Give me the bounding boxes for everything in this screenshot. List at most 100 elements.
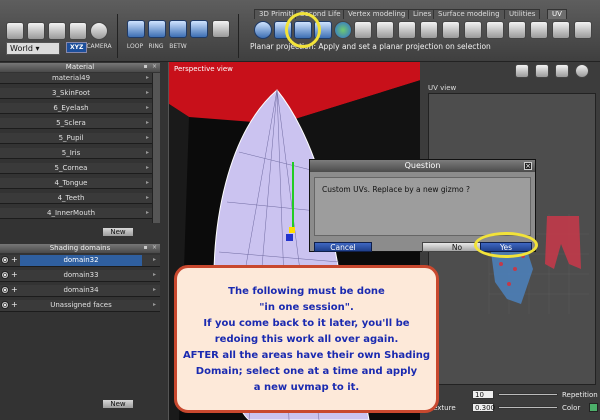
face-select-icon[interactable] (169, 20, 187, 38)
panel-close-icon[interactable]: × (151, 63, 158, 70)
material-list-item[interactable]: 6_Eyelash ▸ (0, 103, 152, 114)
edge-select-icon[interactable] (148, 20, 166, 38)
new-material-button[interactable]: New (102, 227, 134, 237)
material-item-label: 4_Teeth (57, 194, 85, 202)
uv-tool-5-icon[interactable] (442, 21, 460, 39)
callout-line: If you come back to it later, you'll be (203, 318, 410, 329)
expand-arrow-icon[interactable]: ▸ (146, 194, 149, 201)
material-list-item[interactable]: 5_Iris ▸ (0, 148, 152, 159)
shading-domains-header: Shading domains ▪ × (0, 244, 160, 253)
uv-view-label: UV view (428, 84, 457, 92)
grid-slider[interactable] (498, 393, 558, 396)
material-list-item[interactable]: 4_Tongue ▸ (0, 178, 152, 189)
visibility-eye-icon[interactable] (1, 286, 9, 294)
add-to-domain-icon[interactable]: + (11, 300, 18, 309)
select-tool-icon[interactable] (6, 22, 24, 40)
uv-view-tool-3-icon[interactable] (555, 64, 569, 78)
cancel-button[interactable]: Cancel (314, 242, 372, 252)
paint-select-icon[interactable] (48, 22, 66, 40)
uv-tool-7-icon[interactable] (486, 21, 504, 39)
uv-tool-9-icon[interactable] (530, 21, 548, 39)
between-button[interactable]: BETW (165, 43, 191, 50)
visibility-eye-icon[interactable] (1, 256, 9, 264)
material-list-item[interactable]: 5_Pupil ▸ (0, 133, 152, 144)
shading-domain-item[interactable]: + Unassigned faces ▸ (0, 300, 160, 312)
expand-arrow-icon[interactable]: ▸ (153, 256, 156, 263)
head-view-icon[interactable] (575, 64, 589, 78)
tab-surface-modeling[interactable]: Surface modeling (433, 9, 505, 19)
uv-tool-1-icon[interactable] (354, 21, 372, 39)
material-panel-title: Material (65, 63, 95, 71)
shading-domain-item[interactable]: + domain34 ▸ (0, 285, 160, 297)
expand-arrow-icon[interactable]: ▸ (146, 119, 149, 126)
expand-arrow-icon[interactable]: ▸ (146, 104, 149, 111)
material-item-label: 4_InnerMouth (46, 209, 95, 217)
uv-tool-11-icon[interactable] (574, 21, 592, 39)
expand-arrow-icon[interactable]: ▸ (153, 301, 156, 308)
material-item-label: 6_Eyelash (53, 104, 89, 112)
coordinate-space-select[interactable]: World ▾ (6, 42, 60, 55)
expand-arrow-icon[interactable]: ▸ (146, 134, 149, 141)
uv-view-tool-2-icon[interactable] (535, 64, 549, 78)
expand-arrow-icon[interactable]: ▸ (146, 89, 149, 96)
uv-tool-2-icon[interactable] (376, 21, 394, 39)
panel-close-icon[interactable]: × (151, 244, 158, 251)
expand-arrow-icon[interactable]: ▸ (146, 209, 149, 216)
xyz-button[interactable]: XYZ (66, 42, 88, 53)
tab-uv[interactable]: UV (547, 9, 567, 19)
uv-view-tool-1-icon[interactable] (515, 64, 529, 78)
callout-line: The following must be done (228, 286, 385, 297)
panel-menu-icon[interactable]: ▪ (142, 63, 149, 70)
world-select-value: World (10, 44, 33, 53)
weld-tool-icon[interactable] (212, 20, 230, 38)
expand-arrow-icon[interactable]: ▸ (146, 164, 149, 171)
uv-tool-8-icon[interactable] (508, 21, 526, 39)
add-to-domain-icon[interactable]: + (11, 285, 18, 294)
grid-value-input[interactable]: 10 (472, 390, 494, 399)
visibility-eye-icon[interactable] (1, 301, 9, 309)
texture-slider[interactable] (498, 406, 558, 409)
tab-utilities[interactable]: Utilities (504, 9, 541, 19)
visibility-eye-icon[interactable] (1, 271, 9, 279)
uv-tool-4-icon[interactable] (420, 21, 438, 39)
uv-tool-3-icon[interactable] (398, 21, 416, 39)
material-list-item[interactable]: material49 ▸ (0, 73, 152, 84)
object-select-icon[interactable] (190, 20, 208, 38)
material-list-item[interactable]: 4_InnerMouth ▸ (0, 208, 152, 219)
expand-arrow-icon[interactable]: ▸ (153, 271, 156, 278)
panel-menu-icon[interactable]: ▪ (142, 244, 149, 251)
material-list-item[interactable]: 4_Teeth ▸ (0, 193, 152, 204)
material-scrollbar[interactable] (152, 73, 160, 223)
left-sidebar (0, 62, 168, 420)
texture-value-input[interactable]: 0.300 (472, 403, 495, 412)
material-item-label: 5_Iris (61, 149, 81, 157)
dialog-title: Question (310, 160, 535, 172)
expand-arrow-icon[interactable]: ▸ (146, 179, 149, 186)
snap-tool-icon[interactable] (90, 22, 108, 40)
vertex-select-icon[interactable] (127, 20, 145, 38)
new-shading-domain-button[interactable]: New (102, 399, 134, 409)
tab-lines[interactable]: Lines (408, 9, 437, 19)
unwrap-icon[interactable] (334, 21, 352, 39)
add-to-domain-icon[interactable]: + (11, 255, 18, 264)
rotate-tool-icon[interactable] (69, 22, 87, 40)
color-swatch[interactable] (589, 403, 598, 412)
camera-label[interactable]: CAMERA (86, 43, 112, 50)
tab-vertex-modeling[interactable]: Vertex modeling (343, 9, 411, 19)
expand-arrow-icon[interactable]: ▸ (146, 74, 149, 81)
shading-domain-item[interactable]: + domain33 ▸ (0, 270, 160, 282)
expand-arrow-icon[interactable]: ▸ (146, 149, 149, 156)
expand-arrow-icon[interactable]: ▸ (153, 286, 156, 293)
material-list-item[interactable]: 3_SkinFoot ▸ (0, 88, 152, 99)
material-list-item[interactable]: 5_Cornea ▸ (0, 163, 152, 174)
add-to-domain-icon[interactable]: + (11, 270, 18, 279)
uv-tool-10-icon[interactable] (552, 21, 570, 39)
shading-domain-item[interactable]: + domain32 ▸ (0, 255, 160, 267)
uv-tool-6-icon[interactable] (464, 21, 482, 39)
spherical-projection-icon[interactable] (254, 21, 272, 39)
material-item-label: 5_Pupil (58, 134, 84, 142)
dialog-close-icon[interactable]: × (524, 162, 532, 170)
material-list-item[interactable]: 5_Sclera ▸ (0, 118, 152, 129)
lasso-tool-icon[interactable] (27, 22, 45, 40)
color-label: Color (562, 404, 581, 412)
